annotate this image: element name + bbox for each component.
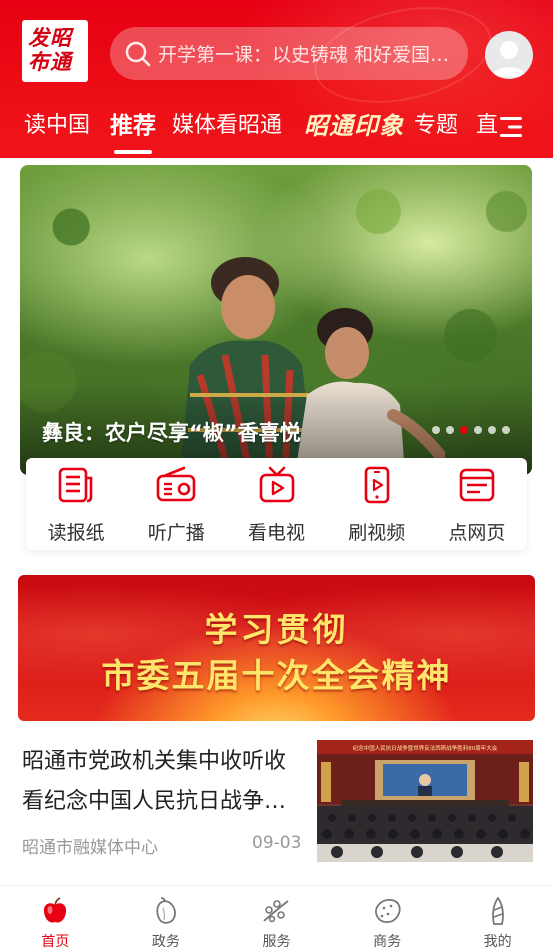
quick-read-newspaper[interactable]: 读报纸: [26, 458, 126, 550]
tab-business[interactable]: 商务: [332, 886, 443, 952]
tab-media-zhaotong[interactable]: 媒体看昭通: [172, 106, 282, 146]
carousel-dots: [432, 426, 510, 434]
potato-icon: [375, 899, 401, 924]
avatar-icon: [492, 41, 526, 77]
newspaper-icon: [58, 467, 93, 503]
pepper-icon: [156, 897, 176, 924]
news-item[interactable]: 昭通市党政机关集中收听收看纪念中国人民抗日战争暨世界反法西斯战争胜利80周年大会…: [20, 740, 533, 862]
quick-entries: 读报纸 听广播 看电视 刷视频 点网页: [26, 458, 527, 550]
tab-label: 服务: [262, 934, 291, 950]
phone-video-icon: [364, 466, 390, 504]
carousel-dot[interactable]: [474, 426, 482, 434]
search-icon: [125, 41, 151, 66]
promo-banner[interactable]: 学习贯彻 市委五届十次全会精神: [18, 575, 535, 721]
quick-watch-tv[interactable]: 看电视: [226, 458, 326, 550]
thumb-banner-text: 纪念中国人民抗日战争暨世界反法西斯战争胜利80周年大会: [353, 744, 498, 752]
tab-home[interactable]: 首页: [0, 886, 111, 952]
carousel-dot[interactable]: [432, 426, 440, 434]
quick-listen-radio[interactable]: 听广播: [126, 458, 226, 550]
tab-mine[interactable]: 我的: [442, 886, 553, 952]
channel-menu-icon[interactable]: [500, 116, 524, 138]
carousel-dot[interactable]: [502, 426, 510, 434]
tab-government[interactable]: 政务: [111, 886, 222, 952]
bottom-tab-bar: 首页 政务 服务 商务 我的: [0, 885, 553, 952]
tab-zhaotong-impression[interactable]: 昭通印象: [304, 106, 404, 146]
tab-services[interactable]: 服务: [221, 886, 332, 952]
featured-banner[interactable]: 彝良：农户尽享“椒”香喜悦: [20, 165, 532, 475]
bamboo-shoot-icon: [491, 896, 504, 925]
tv-icon: [259, 466, 294, 503]
channel-tabs: 读中国 推荐 媒体看昭通 昭通印象 专题 直: [0, 106, 553, 156]
app-logo[interactable]: 发昭 布通: [22, 20, 88, 82]
logo-line-1: 发昭: [28, 25, 72, 50]
search-bar[interactable]: 开学第一课：以史铸魂 和好爱国…: [110, 27, 468, 80]
webpage-icon: [459, 468, 495, 502]
news-source: 昭通市融媒体中心: [22, 838, 158, 858]
tab-live[interactable]: 直: [476, 106, 498, 146]
tab-recommend[interactable]: 推荐: [110, 106, 156, 146]
apple-icon: [44, 897, 67, 923]
promo-title-line-2: 市委五届十次全会精神: [101, 656, 452, 695]
logo-line-2: 布通: [28, 49, 72, 74]
carousel-dot[interactable]: [446, 426, 454, 434]
quick-label: 看电视: [248, 522, 306, 544]
banner-caption: 彝良：农户尽享“椒”香喜悦: [42, 421, 301, 445]
quick-open-webpage[interactable]: 点网页: [427, 458, 527, 550]
tab-topics[interactable]: 专题: [414, 106, 458, 146]
promo-title-line-1: 学习贯彻: [204, 610, 349, 649]
app-header: 发昭 布通 开学第一课：以史铸魂 和好爱国… 读中国 推荐 媒体看昭通 昭通印象…: [0, 0, 553, 158]
news-date: 09-03: [252, 833, 302, 853]
radio-icon: [156, 466, 196, 502]
quick-label: 听广播: [147, 522, 205, 544]
search-placeholder: 开学第一课：以史铸魂 和好爱国…: [158, 44, 450, 66]
tab-label: 我的: [483, 934, 512, 950]
news-thumbnail: 纪念中国人民抗日战争暨世界反法西斯战争胜利80周年大会: [317, 740, 533, 862]
tab-label: 政务: [151, 934, 180, 950]
carousel-dot-active[interactable]: [460, 426, 468, 434]
quick-label: 点网页: [448, 522, 506, 544]
tab-label: 商务: [373, 934, 402, 950]
quick-label: 读报纸: [47, 522, 105, 544]
user-avatar[interactable]: [485, 31, 533, 79]
quick-label: 刷视频: [348, 522, 406, 544]
tab-read-china[interactable]: 读中国: [24, 106, 90, 146]
news-title: 昭通市党政机关集中收听收看纪念中国人民抗日战争暨世界反法西斯战争胜利80周年大会: [22, 749, 287, 814]
meeting-hall-image: 纪念中国人民抗日战争暨世界反法西斯战争胜利80周年大会: [317, 740, 533, 862]
quick-browse-video[interactable]: 刷视频: [327, 458, 427, 550]
carousel-dot[interactable]: [488, 426, 496, 434]
tab-label: 首页: [41, 934, 70, 950]
flower-branch-icon: [263, 900, 290, 923]
